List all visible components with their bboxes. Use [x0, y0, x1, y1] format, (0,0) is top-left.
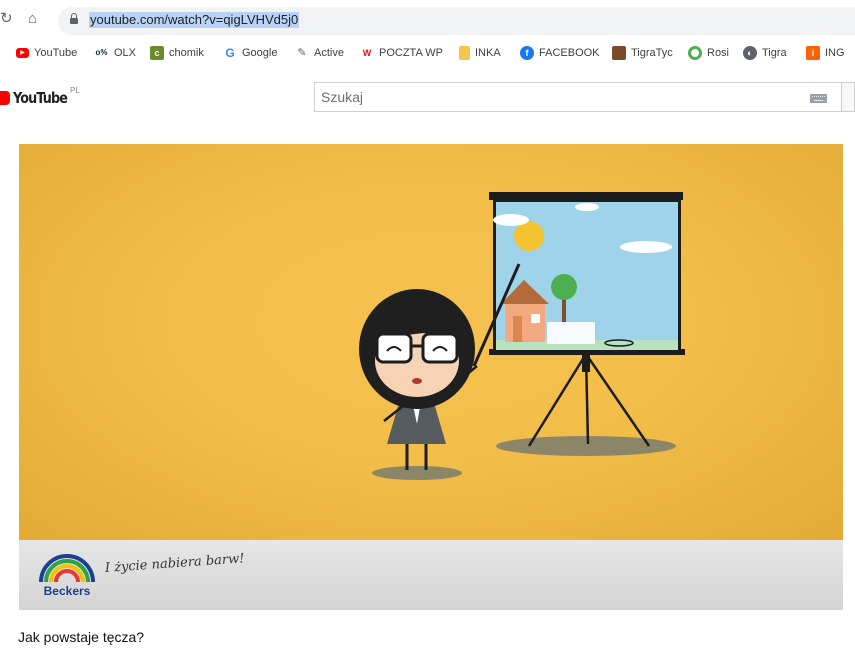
address-bar-row: ↻ ⌂ youtube.com/watch?v=qigLVHVd5j0: [0, 0, 855, 38]
bookmarks-bar: ▶ YouTube o% OLX c chomik G Google ✎ Act…: [0, 40, 855, 66]
home-icon[interactable]: ⌂: [28, 11, 37, 27]
bookmark-inka[interactable]: INKA: [459, 45, 501, 61]
url-text[interactable]: youtube.com/watch?v=qigLVHVd5j0: [89, 12, 300, 28]
bookmark-label: ING: [825, 47, 845, 59]
bookmark-label: Rosi: [707, 47, 730, 59]
bookmark-ing[interactable]: i ING: [806, 45, 845, 61]
search-input[interactable]: [315, 83, 801, 111]
rainbow-icon: [39, 554, 95, 583]
bookmark-olx[interactable]: o% OLX: [94, 45, 137, 61]
brand-bar: Beckers I życie nabiera barw!: [19, 540, 843, 610]
olx-icon: o%: [95, 48, 108, 57]
bookmark-google[interactable]: G Google: [223, 45, 277, 61]
bookmark-poczta-wp[interactable]: W POCZTA WP: [360, 45, 443, 61]
bookmark-label: FACEBOOK: [539, 47, 600, 59]
bookmark-label: TigraTyc: [631, 47, 673, 59]
google-icon: G: [225, 46, 235, 60]
facebook-icon: f: [520, 46, 534, 60]
search-button[interactable]: [842, 82, 855, 112]
youtube-logo[interactable]: YouTube: [0, 88, 77, 108]
bookmark-label: OLX: [114, 47, 137, 59]
youtube-icon: ▶: [16, 48, 29, 58]
chomik-icon: c: [150, 46, 164, 60]
bookmark-label: chomik: [169, 47, 204, 59]
bookmark-active[interactable]: ✎ Active: [295, 45, 344, 61]
bookmark-youtube[interactable]: ▶ YouTube: [16, 45, 77, 61]
ing-icon: i: [806, 46, 820, 60]
wp-icon: W: [362, 48, 372, 58]
lock-icon[interactable]: [70, 13, 78, 24]
keyboard-icon[interactable]: [810, 94, 827, 103]
bookmark-tigratyc[interactable]: TigraTyc: [612, 45, 673, 61]
search-box: [314, 82, 842, 112]
bookmark-label: POCZTA WP: [379, 47, 443, 59]
country-code: PL: [70, 86, 80, 95]
bookmark-label: Active: [314, 47, 344, 59]
brand-name: Beckers: [43, 584, 91, 598]
bookmark-rosi[interactable]: Rosi: [688, 45, 729, 61]
bookmark-tigra[interactable]: ◐ Tigra: [743, 45, 787, 61]
youtube-header: YouTube PL: [0, 78, 855, 118]
cartoon-illustration: [359, 192, 685, 480]
bookmark-label: YouTube: [34, 47, 78, 59]
brand-tagline: I życie nabiera barw!: [104, 551, 245, 576]
bookmark-label: Google: [242, 47, 278, 59]
reload-icon[interactable]: ↻: [0, 11, 12, 27]
bookmark-chomik[interactable]: c chomik: [150, 45, 204, 61]
globe-icon: ◐: [743, 46, 757, 60]
bookmark-facebook[interactable]: f FACEBOOK: [520, 45, 600, 61]
tigra-icon: [612, 46, 626, 60]
video-player[interactable]: Beckers I życie nabiera barw!: [19, 144, 843, 610]
video-title: Jak powstaje tęcza?: [18, 629, 145, 645]
video-frame[interactable]: [19, 144, 843, 540]
youtube-logo-text: YouTube: [13, 89, 68, 107]
bookmark-label: INKA: [475, 47, 501, 59]
beckers-logo: Beckers: [37, 552, 97, 602]
active-icon: ✎: [297, 47, 307, 59]
folder-icon: [459, 46, 470, 60]
youtube-play-icon: [0, 91, 10, 105]
rosi-icon: [688, 46, 702, 60]
bookmark-label: Tigra: [762, 47, 787, 59]
